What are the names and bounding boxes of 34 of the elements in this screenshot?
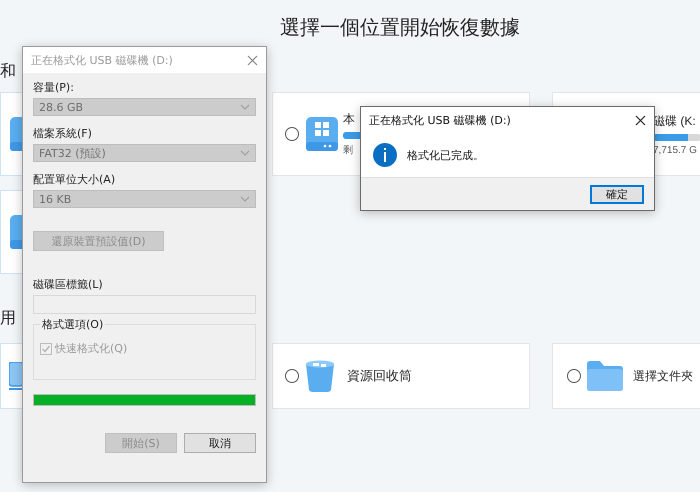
chevron-down-icon bbox=[240, 196, 250, 202]
desktop-icon bbox=[9, 362, 23, 390]
message-text: 格式化已完成。 bbox=[407, 148, 484, 162]
location-card[interactable]: 選擇文件夾 bbox=[552, 343, 700, 409]
info-icon bbox=[373, 143, 397, 167]
checkbox-label: 快速格式化(Q) bbox=[55, 341, 128, 356]
chevron-down-icon bbox=[240, 150, 250, 156]
drive-icon bbox=[305, 116, 339, 152]
location-card[interactable]: 資源回收筒 bbox=[272, 343, 530, 409]
close-icon bbox=[635, 114, 646, 126]
page-title: 選擇一個位置開始恢復數據 bbox=[279, 14, 521, 40]
folder-icon bbox=[587, 361, 623, 391]
section-heading: 用 bbox=[0, 307, 16, 329]
field-label: 磁碟區標籤(L) bbox=[33, 278, 104, 292]
ok-button[interactable]: 確定 bbox=[590, 184, 644, 204]
field-label: 檔案系統(F) bbox=[33, 127, 93, 141]
field-label: 配置單位大小(A) bbox=[33, 173, 116, 187]
chevron-down-icon bbox=[240, 104, 250, 110]
group-label: 格式選項(O) bbox=[40, 318, 106, 332]
field-label: 容量(P): bbox=[33, 81, 75, 95]
location-name: 本 bbox=[343, 111, 355, 128]
radio-button[interactable] bbox=[567, 369, 581, 383]
radio-button[interactable] bbox=[285, 127, 299, 141]
window-title: 正在格式化 USB 磁碟機 (D:) bbox=[369, 112, 511, 128]
free-space-text: 剩 bbox=[343, 144, 353, 157]
location-name: 選擇文件夾 bbox=[633, 368, 693, 384]
recycle-bin-icon bbox=[305, 360, 335, 392]
window-title: 正在格式化 USB 磁碟機 (D:) bbox=[31, 52, 173, 68]
dialog-button[interactable]: 取消 bbox=[184, 433, 256, 453]
location-name: 資源回收筒 bbox=[347, 367, 412, 385]
radio-button[interactable] bbox=[285, 369, 299, 383]
free-space-text: 7,715.7 G bbox=[653, 144, 697, 156]
section-heading: 和 bbox=[0, 60, 16, 82]
close-icon bbox=[247, 54, 258, 66]
